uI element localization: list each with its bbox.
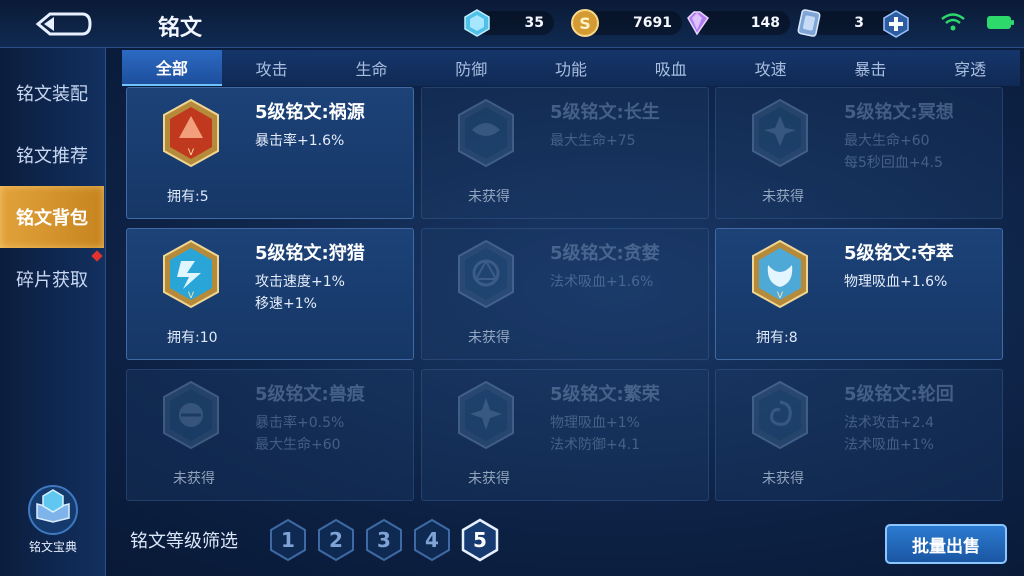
inscription-emblem-icon [458,239,514,309]
tab-attack-speed[interactable]: 攻速 [721,50,821,86]
inscription-card[interactable]: 5级铭文:贪婪 法术吸血+1.6% 未获得 [421,228,709,360]
level-filter-label-2: 2 [329,528,343,552]
inscription-card[interactable]: 5级铭文:轮回 法术攻击+2.4 法术吸血+1% 未获得 [715,369,1003,501]
owned-count: 拥有:8 [756,330,798,346]
battery-icon [987,16,1014,29]
card-ticket-icon [797,9,821,37]
inscription-attr: 最大生命+75 [550,133,636,149]
inscription-name: 5级铭文:繁荣 [550,384,660,405]
add-ticket-icon[interactable] [882,10,910,38]
inscription-attr: 法术吸血+1.6% [550,274,654,290]
inscription-card[interactable]: 5级铭文:繁荣 物理吸血+1% 法术防御+4.1 未获得 [421,369,709,501]
inscription-emblem-icon [458,380,514,450]
inscription-name: 5级铭文:长生 [550,102,660,123]
inscription-attr: 物理吸血+1.6% [844,274,948,290]
level-filter-2[interactable]: 2 [316,518,356,562]
codex-book-icon [28,485,78,535]
sidebar-item-backpack[interactable]: 铭文背包 [0,186,104,248]
owned-count: 未获得 [762,189,804,205]
inscription-attr: 攻击速度+1% [255,274,345,290]
tab-crit[interactable]: 暴击 [820,50,920,86]
inscription-attr: 物理吸血+1% [550,415,640,431]
tab-all[interactable]: 全部 [122,50,222,86]
inscription-emblem-icon [752,98,808,168]
inscription-name: 5级铭文:狩猎 [255,243,365,264]
owned-count: 未获得 [468,330,510,346]
inscription-attr: 法术防御+4.1 [550,437,640,453]
inscription-attr: 法术吸血+1% [844,437,934,453]
svg-text:S: S [579,14,591,33]
level-filter-label-4: 4 [425,528,439,552]
level-filter-label-5: 5 [473,528,487,552]
inscription-emblem-icon [752,380,808,450]
top-bar: 铭文 35 S 7691 148 3 [0,0,1024,48]
inscription-card[interactable]: V 5级铭文:狩猎 攻击速度+1% 移速+1% 拥有:10 [126,228,414,360]
inscription-card[interactable]: V 5级铭文:夺萃 物理吸血+1.6% 拥有:8 [715,228,1003,360]
inscription-card[interactable]: 5级铭文:长生 最大生命+75 未获得 [421,87,709,219]
back-arrow-icon [35,12,92,36]
sidebar-item-recommend[interactable]: 铭文推荐 [0,124,104,186]
codex-label: 铭文宝典 [28,540,77,554]
category-tabs: 全部 攻击 生命 防御 功能 吸血 攻速 暴击 穿透 [122,50,1020,86]
owned-count: 未获得 [468,189,510,205]
inscription-emblem-icon: V [752,239,808,309]
svg-text:V: V [777,291,784,301]
inscription-attr: 最大生命+60 [255,437,341,453]
purple-gem-icon [687,11,710,36]
tab-health[interactable]: 生命 [322,50,422,86]
level-filter-label-1: 1 [281,528,295,552]
level-filter-1[interactable]: 1 [268,518,308,562]
inscription-attr: 每5秒回血+4.5 [844,155,943,171]
inscription-emblem-icon [163,380,219,450]
gold-counter: S 7691 [570,8,682,38]
tab-attack[interactable]: 攻击 [222,50,322,86]
inscription-attr: 最大生命+60 [844,133,930,149]
level-filter-label-3: 3 [377,528,391,552]
bulk-sell-button[interactable]: 批量出售 [885,524,1007,564]
level-filter-4[interactable]: 4 [412,518,452,562]
svg-text:V: V [188,291,195,301]
inscription-name: 5级铭文:贪婪 [550,243,660,264]
level-filter-3[interactable]: 3 [364,518,404,562]
inscription-grid: V 5级铭文:祸源 暴击率+1.6% 拥有:5 5级铭文:长生 最大生命+75 … [126,87,1004,502]
inscription-emblem-icon [458,98,514,168]
inscription-emblem-icon: V [163,239,219,309]
inscription-name: 5级铭文:祸源 [255,102,365,123]
inscription-name: 5级铭文:夺萃 [844,243,954,264]
inscription-name: 5级铭文:冥想 [844,102,954,123]
wifi-icon [941,13,965,31]
sidebar-item-fragments[interactable]: 碎片获取 [0,248,104,310]
owned-count: 拥有:5 [167,189,209,205]
gold-coin-icon: S [571,9,599,37]
inscription-card[interactable]: V 5级铭文:祸源 暴击率+1.6% 拥有:5 [126,87,414,219]
back-button[interactable] [22,8,106,40]
page-title: 铭文 [158,16,203,41]
inscription-emblem-icon: V [163,98,219,168]
tab-defense[interactable]: 防御 [421,50,521,86]
level-filter-5[interactable]: 5 [460,518,500,562]
owned-count: 未获得 [468,471,510,487]
inscription-attr: 移速+1% [255,296,317,312]
inscription-attr: 暴击率+1.6% [255,133,345,149]
inscription-card[interactable]: 5级铭文:兽痕 暴击率+0.5% 最大生命+60 未获得 [126,369,414,501]
inscription-name: 5级铭文:轮回 [844,384,954,405]
owned-count: 未获得 [173,471,215,487]
inscription-name: 5级铭文:兽痕 [255,384,365,405]
tab-lifesteal[interactable]: 吸血 [621,50,721,86]
crystal-counter: 35 [462,8,554,38]
sidebar-item-equip[interactable]: 铭文装配 [0,62,104,124]
inscription-attr: 法术攻击+2.4 [844,415,934,431]
owned-count: 拥有:10 [167,330,218,346]
tab-penetration[interactable]: 穿透 [920,50,1020,86]
gem-counter: 148 [682,8,790,38]
codex-button[interactable]: 铭文宝典 [18,484,88,570]
inscription-card[interactable]: 5级铭文:冥想 最大生命+60 每5秒回血+4.5 未获得 [715,87,1003,219]
owned-count: 未获得 [762,471,804,487]
tab-utility[interactable]: 功能 [521,50,621,86]
crystal-icon [464,9,490,37]
level-filter-label: 铭文等级筛选 [130,531,238,552]
svg-text:V: V [188,148,195,158]
inscription-attr: 暴击率+0.5% [255,415,345,431]
